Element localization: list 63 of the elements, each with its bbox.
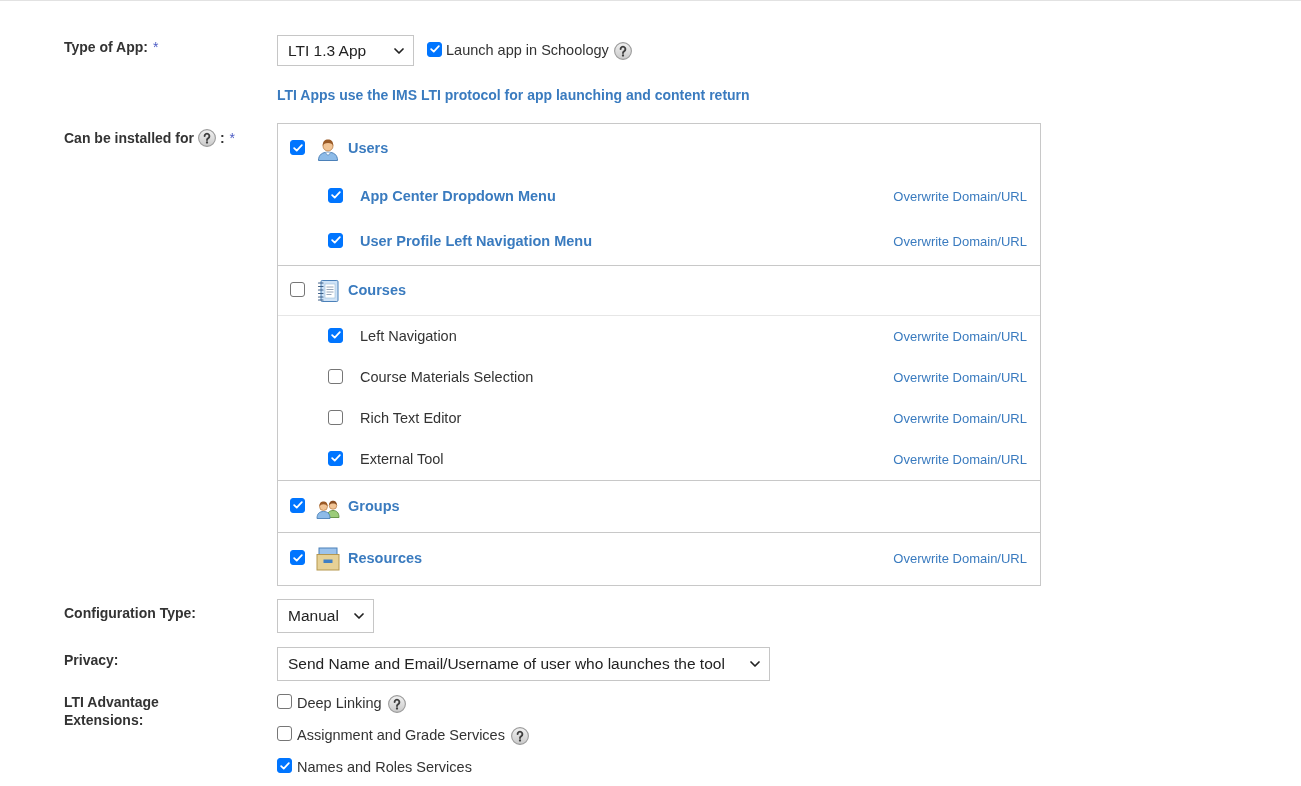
- checkmark-icon: [292, 553, 303, 562]
- overwrite-url-link[interactable]: Overwrite Domain/URL: [893, 326, 1027, 347]
- field-label: LTI Advantage Extensions:: [64, 693, 160, 729]
- help-icon[interactable]: [613, 41, 632, 60]
- checkbox[interactable]: [427, 41, 442, 57]
- overwrite-url-link[interactable]: Overwrite Domain/URL: [893, 231, 1027, 252]
- checkbox[interactable]: [290, 550, 305, 565]
- configuration-type-select[interactable]: Manual: [277, 599, 374, 633]
- required-asterisk: *: [229, 129, 236, 147]
- checkbox[interactable]: [290, 140, 305, 155]
- help-icon[interactable]: [510, 727, 529, 745]
- field-label: Type of App:: [64, 38, 148, 56]
- overwrite-url-link[interactable]: Overwrite Domain/URL: [893, 367, 1027, 388]
- checkmark-icon: [292, 143, 303, 152]
- section-title: Courses: [348, 280, 407, 300]
- overwrite-url-link[interactable]: Overwrite Domain/URL: [893, 449, 1027, 470]
- checkbox-label: Names and Roles Services: [297, 758, 472, 778]
- help-icon[interactable]: [387, 695, 406, 713]
- checkbox[interactable]: [328, 409, 343, 425]
- checkbox[interactable]: [328, 187, 343, 203]
- checkbox[interactable]: [277, 726, 292, 741]
- field-label: Can be installed for: [64, 129, 194, 147]
- checkbox[interactable]: [277, 694, 292, 709]
- checkmark-icon: [330, 236, 341, 244]
- app-type-select[interactable]: LTI 1.3 App: [277, 35, 414, 66]
- privacy-select[interactable]: Send Name and Email/Username of user who launches the tool: [277, 647, 770, 681]
- checkbox[interactable]: [290, 497, 305, 513]
- checkmark-icon: [330, 331, 341, 339]
- section-title: Groups: [348, 496, 400, 516]
- section-title: Users: [348, 139, 389, 159]
- notebook-icon: [316, 278, 340, 303]
- option-label: Left Navigation: [360, 326, 457, 346]
- app-type-note: LTI Apps use the IMS LTI protocol for app launching and content return: [277, 86, 750, 105]
- checkbox[interactable]: [277, 758, 292, 773]
- checkmark-icon: [330, 191, 341, 199]
- option-label: User Profile Left Navigation Menu: [360, 231, 593, 251]
- overwrite-url-link[interactable]: Overwrite Domain/URL: [893, 186, 1027, 207]
- checkbox[interactable]: [290, 281, 305, 297]
- field-label: Configuration Type:: [64, 604, 197, 622]
- field-label: Privacy:: [64, 651, 120, 669]
- checkmark-icon: [292, 501, 303, 509]
- section-title: Resources: [348, 549, 423, 569]
- checkbox[interactable]: [328, 450, 343, 466]
- checkbox[interactable]: [328, 368, 343, 384]
- option-label: App Center Dropdown Menu: [360, 186, 556, 206]
- checkmark-icon: [279, 761, 290, 770]
- overwrite-url-link[interactable]: Overwrite Domain/URL: [893, 549, 1027, 569]
- checkbox-label: Launch app in Schoology: [446, 40, 609, 60]
- storage-box-icon: [316, 547, 340, 571]
- overwrite-url-link[interactable]: Overwrite Domain/URL: [893, 408, 1027, 429]
- option-label: Course Materials Selection: [360, 367, 534, 387]
- checkbox-label: Assignment and Grade Services: [297, 726, 505, 746]
- checkbox[interactable]: [328, 327, 343, 343]
- required-asterisk: *: [153, 38, 159, 56]
- person-icon: [316, 137, 340, 161]
- label-colon: :: [219, 129, 225, 147]
- checkmark-icon: [429, 45, 440, 53]
- option-label: External Tool: [360, 449, 444, 469]
- help-icon[interactable]: [197, 129, 216, 147]
- checkbox-label: Deep Linking: [297, 694, 382, 714]
- checkbox[interactable]: [328, 232, 343, 248]
- option-label: Rich Text Editor: [360, 408, 462, 428]
- checkmark-icon: [330, 454, 341, 462]
